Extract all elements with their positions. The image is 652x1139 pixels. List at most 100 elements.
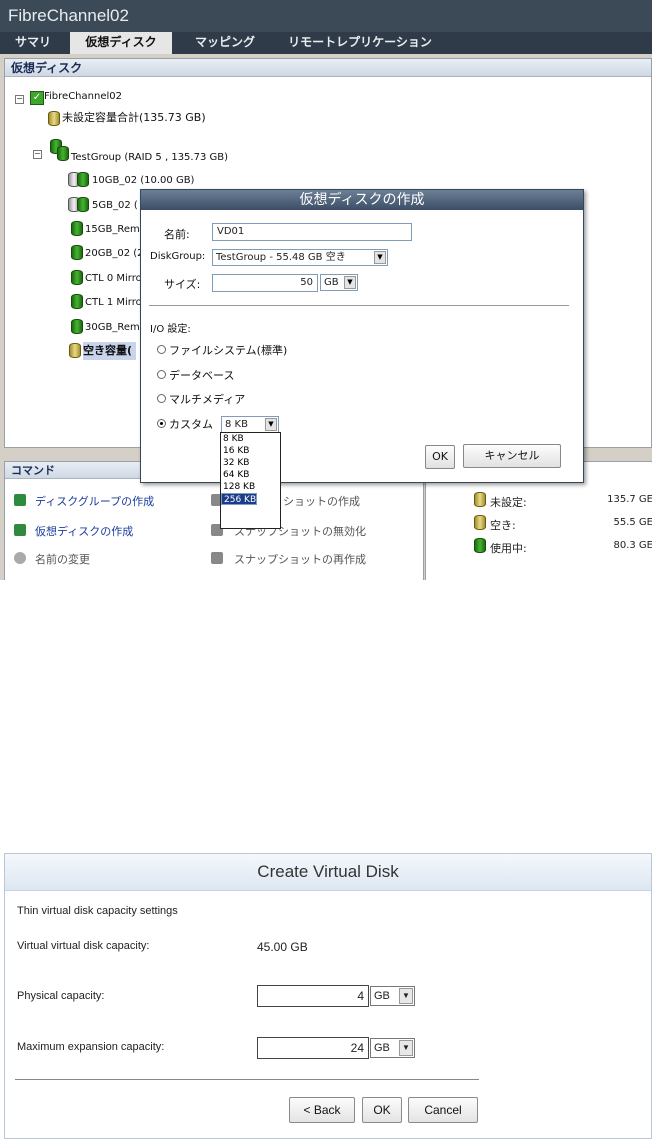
section-label: Thin virtual disk capacity settings (17, 905, 178, 917)
chevron-down-icon: ▼ (399, 988, 413, 1004)
physical-capacity-label: Physical capacity: (17, 990, 105, 1002)
snapshot-recreate-icon (211, 552, 223, 564)
unassigned-disk-icon (48, 111, 60, 126)
tree-item[interactable]: 15GB_Remo (85, 221, 146, 239)
tree-item-selected[interactable]: 空き容量( (83, 342, 137, 360)
tree-group[interactable]: TestGroup (RAID 5 , 135.73 GB) (71, 149, 228, 167)
max-unit-value: GB (374, 1042, 390, 1054)
dropdown-option-highlighted[interactable]: 256 KB (221, 493, 258, 505)
checkmark-icon: ✓ (30, 91, 44, 105)
summary-label: 未設定: (490, 496, 527, 509)
dropdown-option[interactable]: 128 KB (221, 481, 280, 493)
divider (149, 305, 569, 306)
diskgroup-select[interactable]: TestGroup - 55.48 GB 空き ▼ (212, 249, 388, 266)
chevron-down-icon: ▼ (344, 276, 356, 289)
size-unit-value: GB (324, 277, 339, 288)
block-size-dropdown-list[interactable]: 8 KB 16 KB 32 KB 64 KB 128 KB 256 KB 512… (220, 432, 281, 529)
tab-bar: サマリ 仮想ディスク マッピング リモートレプリケーション (0, 32, 652, 54)
custom-block-size-value: 8 KB (225, 419, 248, 430)
tree-root[interactable]: FibreChannel02 (44, 88, 122, 106)
dropdown-option[interactable]: 8 KB (221, 433, 280, 445)
virtual-capacity-value: 45.00 GB (257, 940, 308, 954)
disk-icon (71, 221, 83, 236)
rename-link[interactable]: 名前の変更 (35, 551, 90, 567)
storage-manager-window: FibreChannel02 サマリ 仮想ディスク マッピング リモートレプリケ… (0, 0, 652, 580)
disk-group-create-icon (14, 494, 26, 506)
dialog-title: Create Virtual Disk (5, 854, 651, 891)
cancel-button[interactable]: Cancel (408, 1097, 478, 1123)
max-expansion-label: Maximum expansion capacity: (17, 1041, 165, 1053)
radio-filesystem[interactable] (157, 345, 166, 354)
free-disk-icon (474, 515, 486, 530)
size-input[interactable]: 50 (212, 274, 318, 292)
radio-multimedia[interactable] (157, 394, 166, 403)
virtual-disk-create-icon (14, 524, 26, 536)
mirror-disk-icon (71, 270, 83, 285)
dropdown-option[interactable]: 32 KB (221, 457, 280, 469)
size-label: サイズ: (164, 278, 201, 291)
dropdown-option[interactable]: 64 KB (221, 469, 280, 481)
collapse-icon[interactable]: − (15, 95, 24, 104)
chevron-down-icon: ▼ (374, 251, 386, 264)
virtual-capacity-label: Virtual virtual disk capacity: (17, 940, 150, 952)
ok-button[interactable]: OK (425, 445, 455, 469)
tab-virtual-disk[interactable]: 仮想ディスク (70, 32, 172, 54)
radio-database-label: データベース (169, 369, 235, 382)
custom-block-size-select[interactable]: 8 KB ▼ (221, 416, 279, 433)
create-snapshot-link[interactable]: ショットの作成 (283, 493, 360, 509)
summary-label: 使用中: (490, 542, 527, 555)
radio-filesystem-label: ファイルシステム(標準) (169, 344, 288, 357)
disk-icon (71, 245, 83, 260)
tab-mapping[interactable]: マッピング (180, 32, 270, 54)
chevron-down-icon: ▼ (265, 418, 277, 431)
radio-custom[interactable] (157, 419, 166, 428)
name-input[interactable]: VD01 (212, 223, 412, 241)
tree-item[interactable]: 20GB_02 (2 (85, 245, 144, 263)
copy-disk-icon (77, 197, 89, 212)
tree-item[interactable]: 10GB_02 (10.00 GB) (92, 172, 194, 190)
divider (15, 1079, 479, 1080)
physical-unit-value: GB (374, 990, 390, 1002)
tree-item[interactable]: CTL 1 Mirro (85, 294, 142, 312)
max-expansion-input[interactable]: 24 (257, 1037, 369, 1059)
recreate-snapshot-link[interactable]: スナップショットの再作成 (234, 551, 366, 567)
free-disk-icon (69, 343, 81, 358)
radio-database[interactable] (157, 370, 166, 379)
virtual-disk-panel-header: 仮想ディスク (5, 59, 651, 77)
tab-summary[interactable]: サマリ (0, 32, 66, 54)
tree-item[interactable]: 30GB_Remo (85, 319, 146, 337)
disk-group-icon (57, 146, 69, 161)
dropdown-option[interactable]: 16 KB (221, 445, 280, 457)
tab-remote-replication[interactable]: リモートレプリケーション (280, 32, 440, 54)
rename-icon (14, 552, 26, 564)
summary-label: 空き: (490, 519, 516, 532)
physical-unit-select[interactable]: GB ▼ (370, 986, 415, 1006)
back-button[interactable]: < Back (289, 1097, 355, 1123)
size-unit-select[interactable]: GB ▼ (320, 274, 358, 291)
radio-multimedia-label: マルチメディア (169, 393, 246, 406)
create-virtual-disk-link[interactable]: 仮想ディスクの作成 (35, 523, 133, 539)
summary-value: 135.7 GE (607, 494, 652, 505)
tree-item[interactable]: CTL 0 Mirro (85, 270, 142, 288)
max-unit-select[interactable]: GB ▼ (370, 1038, 415, 1058)
chevron-down-icon: ▼ (399, 1040, 413, 1056)
create-disk-group-link[interactable]: ディスクグループの作成 (35, 493, 154, 509)
mirror-disk-icon (71, 294, 83, 309)
collapse-icon[interactable]: − (33, 150, 42, 159)
tree-item[interactable]: 5GB_02 ( (92, 197, 138, 215)
cancel-button[interactable]: キャンセル (463, 444, 561, 468)
summary-value: 80.3 GE (613, 540, 652, 551)
ok-button[interactable]: OK (362, 1097, 402, 1123)
disk-icon (71, 319, 83, 334)
dialog-title: 仮想ディスクの作成 (141, 190, 583, 210)
create-virtual-disk-dialog-en: Create Virtual Disk Thin virtual disk ca… (4, 853, 652, 1139)
physical-capacity-input[interactable]: 4 (257, 985, 369, 1007)
window-title: FibreChannel02 (0, 0, 652, 32)
name-label: 名前: (164, 228, 190, 241)
used-disk-icon (474, 538, 486, 553)
tree-unassigned[interactable]: 未設定容量合計(135.73 GB) (62, 109, 206, 127)
diskgroup-select-value: TestGroup - 55.48 GB 空き (216, 252, 346, 263)
io-settings-label: I/O 設定: (150, 324, 191, 335)
copy-disk-icon (77, 172, 89, 187)
diskgroup-label: DiskGroup: (150, 251, 206, 262)
